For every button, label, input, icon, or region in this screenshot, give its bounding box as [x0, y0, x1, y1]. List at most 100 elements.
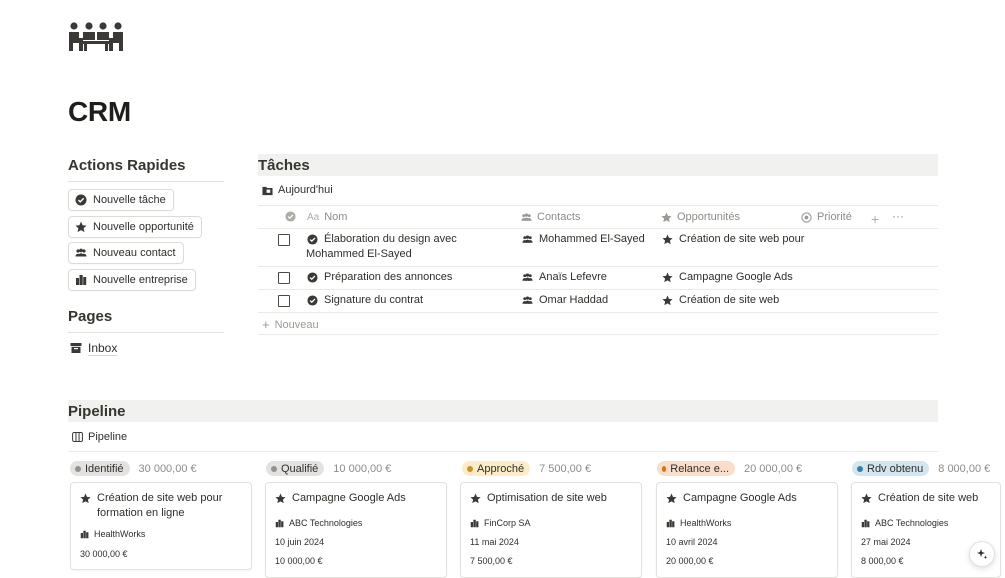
- opportunities-column-header[interactable]: Opportunités: [661, 211, 740, 223]
- card-company: HealthWorks: [680, 518, 732, 528]
- tasks-heading-band: Tâches: [258, 154, 938, 176]
- card-title: Campagne Google Ads: [292, 492, 406, 504]
- task-name-text: Élaboration du design avec Mohammed El-S…: [306, 233, 457, 260]
- task-contact[interactable]: Anaïs Lefevre: [522, 270, 607, 285]
- calendar-folder-icon: [262, 185, 273, 196]
- new-opportunity-button[interactable]: Nouvelle opportunité: [68, 216, 202, 238]
- new-contact-label: Nouveau contact: [93, 247, 176, 259]
- pipeline-card[interactable]: Campagne Google Ads ABC Technologies 10 …: [265, 482, 447, 578]
- building-icon: [666, 519, 675, 528]
- more-options-button[interactable]: ···: [892, 209, 904, 223]
- pipeline-card[interactable]: Optimisation de site web FinCorp SA 11 m…: [460, 482, 642, 578]
- people-meeting-icon[interactable]: [68, 22, 124, 52]
- people-icon: [522, 293, 533, 306]
- new-company-button[interactable]: Nouvelle entreprise: [68, 269, 196, 291]
- card-company: HealthWorks: [94, 529, 146, 539]
- card-title: Campagne Google Ads: [683, 492, 797, 504]
- add-column-button[interactable]: +: [871, 211, 879, 227]
- ai-assistant-button[interactable]: [969, 541, 995, 567]
- star-icon: [470, 491, 481, 506]
- pipeline-card[interactable]: Campagne Google Ads HealthWorks 10 avril…: [656, 482, 838, 578]
- task-name[interactable]: Signature du contrat: [307, 293, 423, 308]
- name-column-header[interactable]: Aa Nom: [307, 211, 347, 223]
- pipeline-group-header[interactable]: Relance e... 20 000,00 €: [657, 461, 802, 476]
- name-column-label: Nom: [324, 211, 348, 223]
- task-opportunity-text: Création de site web pour: [679, 233, 805, 245]
- done-column-header[interactable]: [285, 211, 296, 222]
- task-opportunity[interactable]: Campagne Google Ads: [662, 270, 793, 285]
- check-circle-icon: [307, 270, 318, 283]
- inbox-icon: [70, 342, 82, 354]
- task-name[interactable]: Élaboration du design avec Mohammed El-S…: [306, 232, 513, 262]
- task-contact-text: Anaïs Lefevre: [539, 271, 607, 283]
- tasks-view-tab[interactable]: Aujourd'hui: [262, 184, 333, 196]
- board-icon: [72, 432, 83, 442]
- inbox-label: Inbox: [88, 341, 118, 355]
- task-contact-text: Mohammed El-Sayed: [539, 233, 645, 245]
- plus-icon: +: [871, 211, 880, 227]
- pipeline-heading-band: Pipeline: [68, 400, 938, 422]
- new-row-label: Nouveau: [274, 318, 319, 331]
- contacts-column-label: Contacts: [537, 211, 581, 223]
- group-total: 8 000,00 €: [938, 462, 991, 475]
- task-opportunity-text: Campagne Google Ads: [679, 271, 793, 283]
- pages-heading: Pages: [68, 308, 113, 325]
- building-icon: [861, 519, 870, 528]
- group-total: 7 500,00 €: [539, 462, 592, 475]
- priority-column-header[interactable]: Priorité: [801, 211, 852, 223]
- new-task-row-button[interactable]: + Nouveau: [262, 317, 319, 332]
- text-type-icon: Aa: [307, 211, 320, 223]
- new-opportunity-label: Nouvelle opportunité: [93, 221, 194, 233]
- people-icon: [521, 212, 532, 223]
- pipeline-group-header[interactable]: Rdv obtenu 8 000,00 €: [852, 461, 990, 476]
- plus-icon: +: [262, 317, 270, 332]
- pipeline-group-header[interactable]: Approché 7 500,00 €: [462, 461, 591, 476]
- star-icon: [662, 270, 673, 283]
- card-title: Optimisation de site web: [487, 492, 607, 504]
- task-name[interactable]: Préparation des annonces: [307, 270, 452, 285]
- people-icon: [522, 232, 533, 245]
- task-checkbox[interactable]: [278, 234, 290, 246]
- contacts-column-header[interactable]: Contacts: [521, 211, 580, 223]
- pipeline-group-header[interactable]: Identifié 30 000,00 €: [70, 461, 197, 476]
- quick-actions-heading: Actions Rapides: [68, 157, 186, 174]
- group-total: 10 000,00 €: [333, 462, 392, 475]
- task-opportunity[interactable]: Création de site web: [662, 293, 779, 308]
- card-title: Création de site web: [878, 492, 979, 504]
- pipeline-heading: Pipeline: [68, 403, 126, 420]
- task-contact[interactable]: Omar Haddad: [522, 293, 608, 308]
- priority-column-label: Priorité: [817, 211, 852, 223]
- card-amount: 7 500,00 €: [470, 556, 513, 566]
- new-contact-button[interactable]: Nouveau contact: [68, 242, 184, 264]
- divider: [258, 266, 938, 267]
- new-company-label: Nouvelle entreprise: [93, 274, 188, 286]
- page-link-inbox[interactable]: Inbox: [70, 341, 117, 355]
- check-circle-icon: [307, 293, 318, 306]
- tasks-heading: Tâches: [258, 157, 310, 174]
- star-icon: [861, 491, 872, 506]
- divider: [258, 289, 938, 290]
- new-task-button[interactable]: Nouvelle tâche: [68, 189, 174, 211]
- task-checkbox[interactable]: [278, 272, 290, 284]
- card-amount: 10 000,00 €: [275, 556, 323, 566]
- star-icon: [662, 293, 673, 306]
- pipeline-group-header[interactable]: Qualifié 10 000,00 €: [266, 461, 391, 476]
- divider: [68, 332, 224, 333]
- divider: [258, 334, 938, 335]
- pipeline-card[interactable]: Création de site web pour formation en l…: [70, 482, 252, 570]
- status-pill: Approché: [462, 461, 531, 476]
- divider: [258, 228, 938, 229]
- task-contact[interactable]: Mohammed El-Sayed: [522, 232, 645, 247]
- card-company: ABC Technologies: [289, 518, 363, 528]
- star-icon: [662, 232, 673, 245]
- status-pill: Relance e...: [657, 461, 735, 476]
- task-opportunity-text: Création de site web: [679, 294, 780, 306]
- task-opportunity[interactable]: Création de site web pour: [662, 232, 804, 247]
- page-title: CRM: [68, 96, 131, 127]
- card-date: 10 juin 2024: [275, 537, 325, 547]
- card-company: FinCorp SA: [484, 518, 531, 528]
- pipeline-view-tab[interactable]: Pipeline: [72, 431, 127, 443]
- task-checkbox[interactable]: [278, 295, 290, 307]
- people-icon: [75, 247, 87, 259]
- divider: [258, 312, 938, 313]
